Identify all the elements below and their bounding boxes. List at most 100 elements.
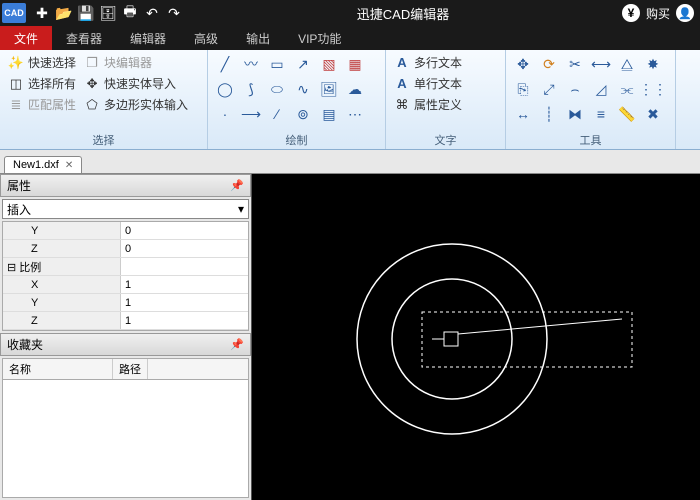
revision-cloud-icon[interactable]: ☁ [344,78,366,100]
entity-type-combo[interactable]: 插入▾ [2,199,249,219]
file-tab-label: New1.dxf [13,159,59,171]
quick-select[interactable]: ✨快速选择 [6,53,78,72]
stretch-icon[interactable]: ↔ [512,103,534,125]
open-icon[interactable]: 📂 [54,3,74,23]
menu-editor[interactable]: 编辑器 [116,26,180,50]
point-icon[interactable]: · [214,103,236,125]
prop-key: Y [3,222,121,239]
menubar: 文件 查看器 编辑器 高级 输出 VIP功能 [0,26,700,50]
prop-val[interactable]: 1 [121,294,248,311]
break-icon[interactable]: ┊ [538,103,560,125]
mtext-icon: A [394,55,410,71]
currency-icon[interactable]: ¥ [622,4,640,22]
close-icon[interactable]: ✕ [65,160,73,171]
ray-icon[interactable]: ⟶ [240,103,262,125]
align-icon[interactable]: ≡ [590,103,612,125]
insert-image-icon[interactable]: 🖼 [318,78,340,100]
hatch-icon[interactable]: ▦ [344,53,366,75]
rectpoly-icon[interactable]: ▧ [318,53,340,75]
file-tab[interactable]: New1.dxf ✕ [4,156,82,173]
menu-advanced[interactable]: 高级 [180,26,232,50]
group-select-label: 选择 [6,130,201,148]
properties-grid[interactable]: Y0 Z0 ⊟ 比例 X1 Y1 Z1 [2,221,249,331]
prop-val[interactable]: 1 [121,312,248,329]
chevron-down-icon: ▾ [238,202,244,216]
undo-icon[interactable]: ↶ [142,3,162,23]
prop-val[interactable]: 0 [121,222,248,239]
menu-vip[interactable]: VIP功能 [284,26,355,50]
wand-icon: ✨ [8,55,24,71]
prop-section[interactable]: ⊟ 比例 [3,258,121,275]
prop-key: Y [3,294,121,311]
offset-icon[interactable]: ⫘ [616,78,638,100]
polygon-entity-input[interactable]: ⬠多边形实体输入 [82,95,190,114]
trim-icon[interactable]: ✂ [564,53,586,75]
copy-icon[interactable]: ⎘ [512,78,534,100]
attdef[interactable]: ⌘属性定义 [392,95,499,114]
redo-icon[interactable]: ↷ [164,3,184,23]
dtext[interactable]: A单行文本 [392,74,499,93]
mtext[interactable]: A多行文本 [392,53,499,72]
circle-icon[interactable]: ◯ [214,78,236,100]
explode-icon[interactable]: ✸ [642,53,664,75]
move-icon[interactable]: ✥ [512,53,534,75]
select-all[interactable]: ◫选择所有 [6,74,78,93]
print-icon[interactable]: 🖶 [120,3,140,23]
polyline-icon[interactable]: 〰 [240,53,262,75]
extend-icon[interactable]: ⟷ [590,53,612,75]
save-icon[interactable]: 💾 [76,3,96,23]
group-tools-label: 工具 [512,130,669,148]
prop-key: Z [3,240,121,257]
pin-icon[interactable]: 📌 [230,179,244,192]
line-icon[interactable]: ╱ [214,53,236,75]
prop-key: X [3,276,121,293]
buy-link[interactable]: 购买 [646,5,670,22]
table-icon[interactable]: ▤ [318,103,340,125]
new-icon[interactable]: ✚ [32,3,52,23]
app-title: 迅捷CAD编辑器 [184,4,622,23]
menu-file[interactable]: 文件 [0,26,52,50]
array-icon[interactable]: ⋮⋮ [642,78,664,100]
chamfer-icon[interactable]: ◿ [590,78,612,100]
pin-icon[interactable]: 📌 [230,338,244,351]
fillet-icon[interactable]: ⌢ [564,78,586,100]
group-text-label: 文字 [392,130,499,148]
ellipse-icon[interactable]: ⬭ [266,78,288,100]
fav-col-name[interactable]: 名称 [3,359,113,379]
polygon-icon: ⬠ [84,97,100,113]
donut-icon[interactable]: ⊚ [292,103,314,125]
spline-icon[interactable]: ∿ [292,78,314,100]
mirror-icon[interactable]: ⧋ [616,53,638,75]
saveall-icon[interactable]: 🗄 [98,3,118,23]
prop-val[interactable]: 1 [121,276,248,293]
select-all-icon: ◫ [8,76,24,92]
block-editor[interactable]: ❐块编辑器 [82,53,154,72]
block-icon: ❐ [84,55,100,71]
arrow-icon[interactable]: ↗ [292,53,314,75]
favorites-panel-header[interactable]: 收藏夹 📌 [0,333,251,356]
rotate-icon[interactable]: ⟳ [538,53,560,75]
drawing-svg [252,174,700,500]
scale-icon[interactable]: ⤢ [538,78,560,100]
menu-output[interactable]: 输出 [232,26,284,50]
arc-icon[interactable]: ⟆ [240,78,262,100]
erase-icon[interactable]: ✖ [642,103,664,125]
prop-val[interactable]: 0 [121,240,248,257]
xline-icon[interactable]: ∕ [266,103,288,125]
rect-icon[interactable]: ▭ [266,53,288,75]
fav-col-path[interactable]: 路径 [113,359,148,379]
measure-icon[interactable]: 📏 [616,103,638,125]
more-draw-icon[interactable]: ⋯ [344,103,366,125]
import-icon: ✥ [84,76,100,92]
join-icon[interactable]: ⧓ [564,103,586,125]
drawing-canvas[interactable]: X0.0000 Y0.0000 [252,174,700,500]
attdef-icon: ⌘ [394,97,410,113]
user-icon[interactable]: 👤 [676,4,694,22]
prop-key: Z [3,312,121,329]
favorites-list[interactable] [2,380,249,498]
match-icon: ≣ [8,97,24,113]
match-props[interactable]: ≣匹配属性 [6,95,78,114]
props-panel-header[interactable]: 属性 📌 [0,174,251,197]
menu-viewer[interactable]: 查看器 [52,26,116,50]
quick-entity-import[interactable]: ✥快速实体导入 [82,74,178,93]
